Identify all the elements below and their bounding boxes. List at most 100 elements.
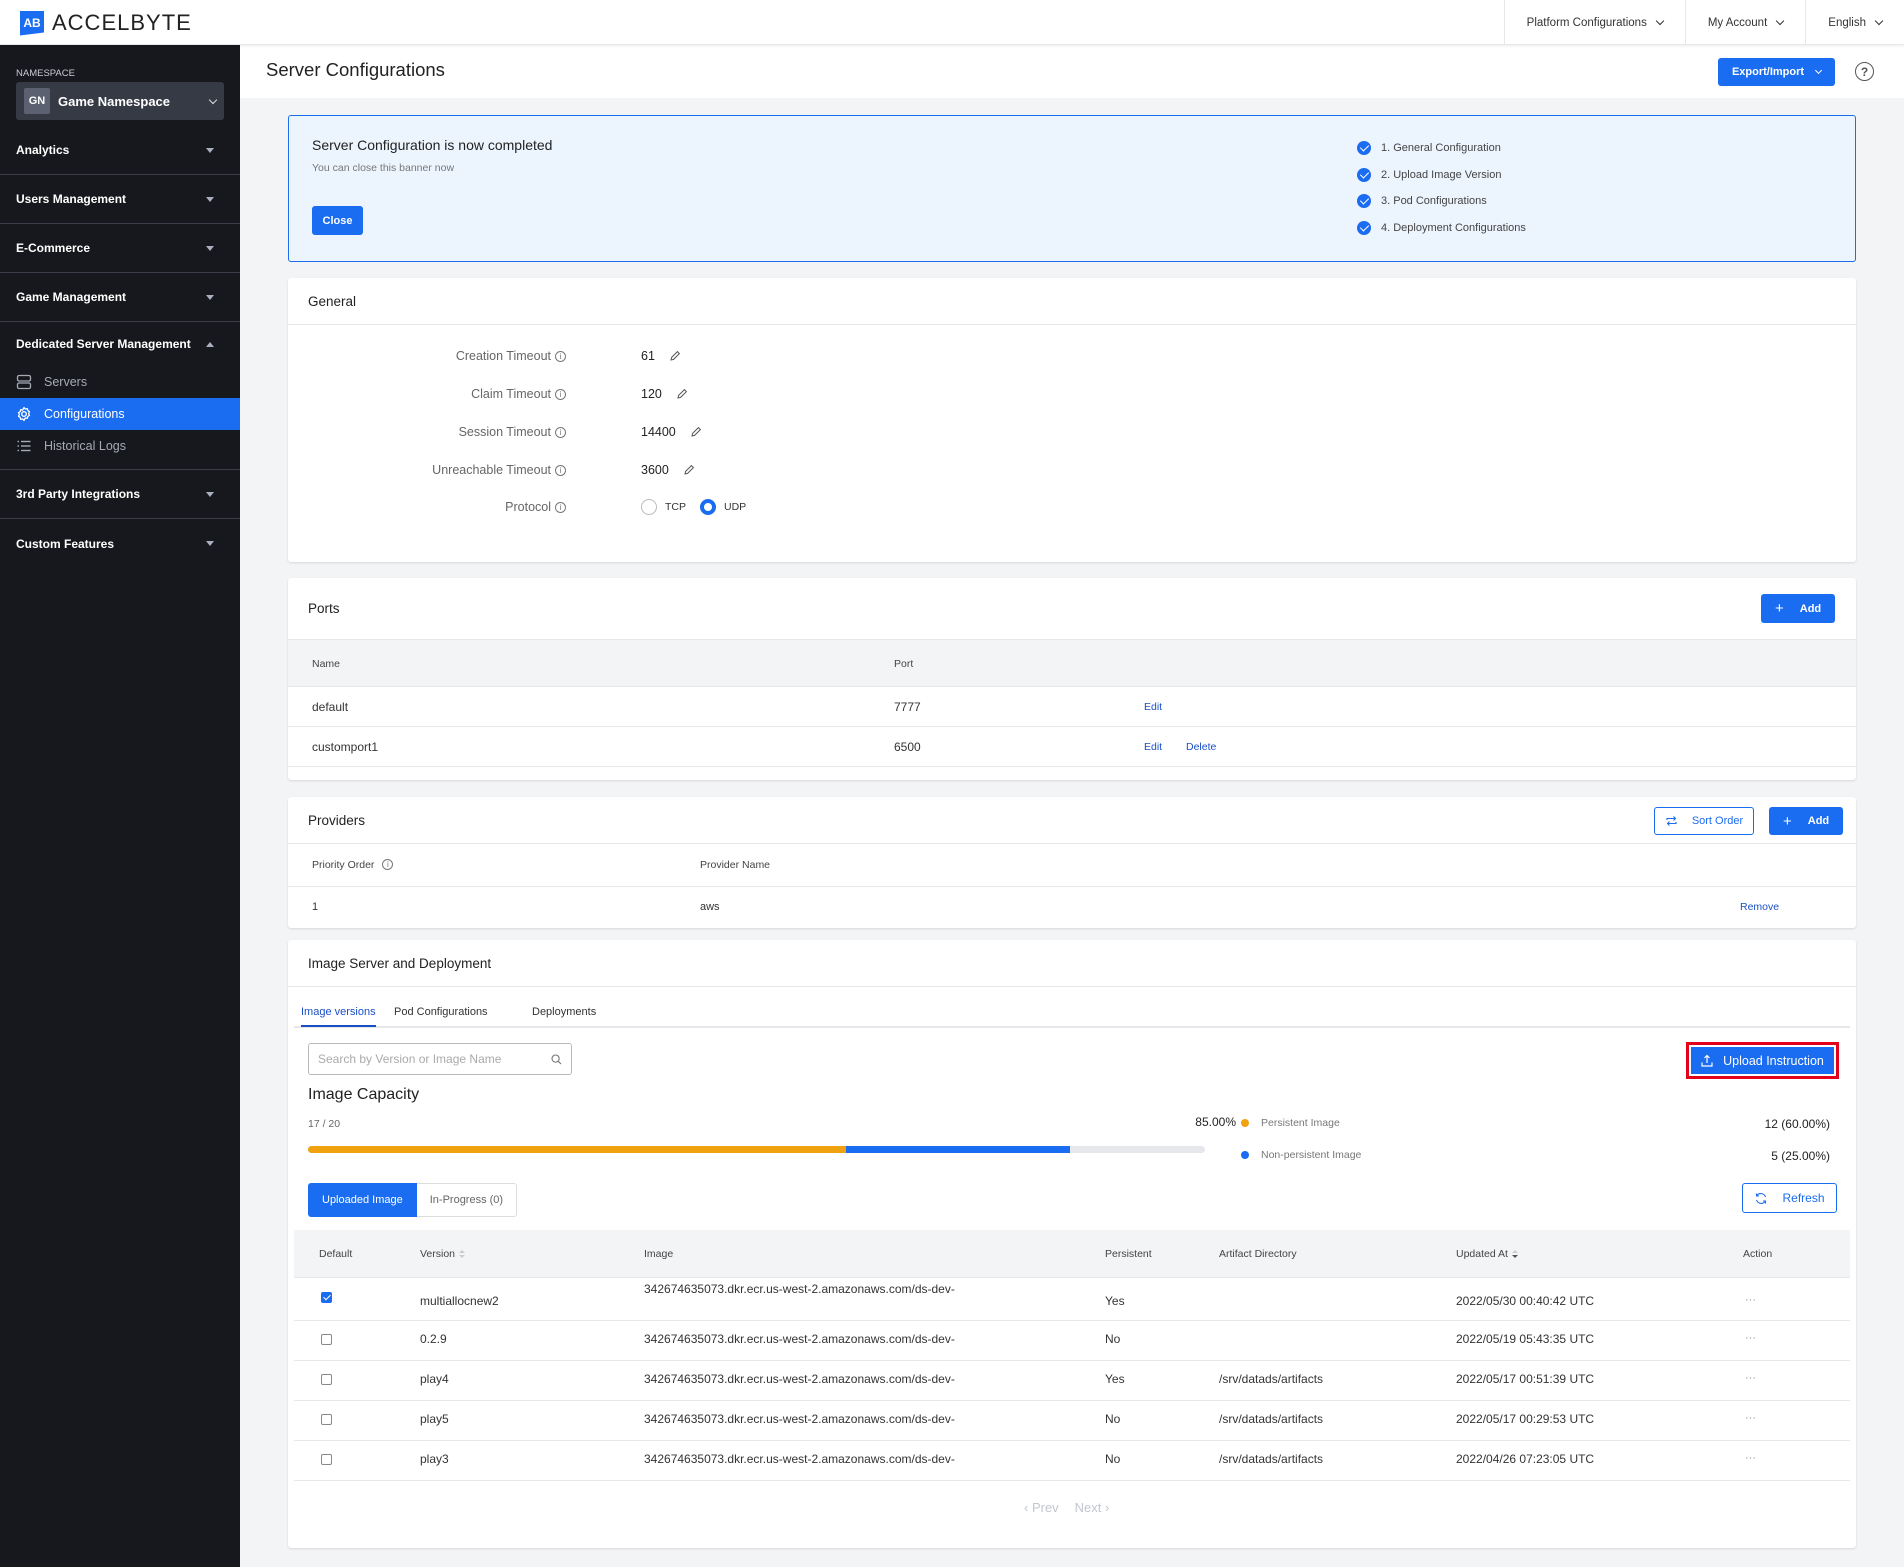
field-session-timeout: Session Timeout i 14400 [288, 422, 1856, 442]
platform-configurations-menu[interactable]: Platform Configurations [1503, 0, 1685, 45]
sort-arrows-icon [1666, 816, 1677, 826]
sidebar-item-configurations[interactable]: Configurations [0, 398, 240, 430]
capacity-count: 17 / 20 [308, 1118, 341, 1130]
info-icon[interactable]: i [555, 465, 566, 476]
info-icon[interactable]: i [555, 502, 566, 513]
chevron-down-icon [1655, 16, 1665, 26]
brand-logo[interactable]: AB ACCELBYTE [20, 10, 192, 36]
remove-provider-link[interactable]: Remove [1740, 901, 1779, 913]
pencil-icon[interactable] [683, 464, 695, 476]
protocol-tcp-radio[interactable] [641, 499, 657, 515]
uploaded-image-tab[interactable]: Uploaded Image [308, 1183, 417, 1217]
add-port-button[interactable]: + Add [1761, 594, 1836, 623]
sort-order-button[interactable]: Sort Order [1654, 807, 1754, 835]
creation-timeout-value: 61 [641, 349, 655, 363]
port-name: default [312, 700, 349, 714]
protocol-udp-radio[interactable] [700, 499, 716, 515]
images-table-header: Default Version Image Persistent Artifac… [294, 1230, 1850, 1278]
sidebar-item-label: 3rd Party Integrations [16, 487, 141, 501]
language-menu[interactable]: English [1805, 0, 1904, 45]
port-number: 6500 [894, 740, 921, 754]
pencil-icon[interactable] [669, 350, 681, 362]
page-title: Server Configurations [266, 59, 445, 80]
namespace-label: NAMESPACE [16, 68, 75, 79]
column-label: Priority Order [312, 859, 375, 871]
chevron-down-icon [1776, 16, 1785, 26]
prev-page-button[interactable]: ‹ Prev [1024, 1500, 1059, 1515]
more-actions-icon[interactable]: ··· [1745, 1332, 1756, 1344]
info-icon[interactable]: i [382, 859, 394, 870]
column-artifact-directory: Artifact Directory [1219, 1248, 1297, 1260]
column-updated-at[interactable]: Updated At [1456, 1248, 1519, 1260]
more-actions-icon[interactable]: ··· [1745, 1294, 1756, 1306]
banner-subtitle: You can close this banner now [312, 162, 455, 174]
nonpersistent-dot-icon [1241, 1151, 1249, 1159]
sort-order-label: Sort Order [1691, 815, 1744, 827]
updated-at: 2022/05/30 00:40:42 UTC [1456, 1294, 1595, 1308]
my-account-menu[interactable]: My Account [1684, 0, 1805, 45]
sidebar-item-users-management[interactable]: Users Management [0, 175, 240, 224]
default-checkbox[interactable] [321, 1292, 332, 1303]
persistent-value: Yes [1105, 1372, 1125, 1386]
upload-instruction-button[interactable]: Upload Instruction [1686, 1042, 1839, 1079]
sidebar-item-historical-logs[interactable]: Historical Logs [0, 430, 240, 462]
accelbyte-logo-icon: AB [20, 10, 44, 36]
sidebar-item-e-commerce[interactable]: E-Commerce [0, 224, 240, 273]
tab-deployments[interactable]: Deployments [532, 1006, 596, 1025]
pencil-icon[interactable] [690, 426, 702, 438]
more-actions-icon[interactable]: ··· [1745, 1372, 1756, 1384]
check-circle-icon [1357, 220, 1371, 235]
table-row: multiallocnew2 342674635073.dkr.ecr.us-we… [294, 1278, 1850, 1321]
edit-port-link[interactable]: Edit [1144, 741, 1162, 753]
default-checkbox[interactable] [321, 1334, 332, 1345]
sidebar-item-label: Historical Logs [44, 439, 126, 453]
sidebar-item-label: Dedicated Server Management [16, 337, 191, 351]
info-icon[interactable]: i [555, 351, 566, 362]
sidebar-item-label: Configurations [44, 407, 125, 421]
sidebar-item-custom-features[interactable]: Custom Features [0, 519, 240, 568]
sidebar-item-analytics[interactable]: Analytics [0, 126, 240, 175]
search-icon[interactable] [551, 1053, 562, 1065]
default-checkbox[interactable] [321, 1454, 332, 1465]
in-progress-tab[interactable]: In-Progress (0) [416, 1183, 518, 1217]
table-row: play5 342674635073.dkr.ecr.us-west-2.amaz… [294, 1401, 1850, 1441]
export-import-button[interactable]: Export/Import [1718, 58, 1835, 86]
legend-persistent: Persistent Image [1241, 1117, 1340, 1129]
more-actions-icon[interactable]: ··· [1745, 1412, 1756, 1424]
pencil-icon[interactable] [676, 388, 688, 400]
close-banner-button[interactable]: Close [312, 206, 363, 235]
my-account-label: My Account [1707, 16, 1768, 29]
table-row: customport1 6500 Edit Delete [288, 727, 1856, 767]
image-uri: 342674635073.dkr.ecr.us-west-2.amazonaws… [644, 1412, 955, 1426]
edit-port-link[interactable]: Edit [1144, 701, 1162, 713]
namespace-selector[interactable]: GN Game Namespace [16, 82, 224, 120]
column-action: Action [1743, 1248, 1773, 1260]
table-row: 1 aws Remove [288, 887, 1856, 928]
column-version[interactable]: Version [420, 1248, 466, 1260]
caret-down-icon [206, 245, 214, 251]
info-icon[interactable]: i [555, 389, 566, 400]
tab-image-versions[interactable]: Image versions [301, 1006, 376, 1027]
delete-port-link[interactable]: Delete [1186, 741, 1216, 753]
sidebar-item-dedicated-server-management[interactable]: Dedicated Server Management [0, 322, 240, 366]
table-row: 0.2.9 342674635073.dkr.ecr.us-west-2.amaz… [294, 1321, 1850, 1361]
search-input[interactable] [318, 1052, 551, 1066]
help-icon[interactable]: ? [1855, 62, 1874, 81]
column-label: Updated At [1456, 1248, 1508, 1260]
image-uri: 342674635073.dkr.ecr.us-west-2.amazonaws… [644, 1332, 955, 1346]
default-checkbox[interactable] [321, 1374, 332, 1385]
sidebar-item-game-management[interactable]: Game Management [0, 273, 240, 322]
capacity-bar [308, 1146, 1205, 1153]
tab-pod-configurations[interactable]: Pod Configurations [394, 1006, 488, 1025]
info-icon[interactable]: i [555, 427, 566, 438]
default-checkbox[interactable] [321, 1414, 332, 1425]
sidebar-item-3rd-party-integrations[interactable]: 3rd Party Integrations [0, 470, 240, 519]
next-page-button[interactable]: Next › [1075, 1500, 1110, 1515]
refresh-button[interactable]: Refresh [1742, 1183, 1837, 1213]
column-label: Version [420, 1248, 456, 1260]
sidebar-item-servers[interactable]: Servers [0, 366, 240, 398]
namespace-name: Game Namespace [58, 93, 171, 109]
add-provider-button[interactable]: + Add [1769, 807, 1844, 835]
caret-down-icon [206, 147, 214, 153]
more-actions-icon[interactable]: ··· [1745, 1452, 1756, 1464]
